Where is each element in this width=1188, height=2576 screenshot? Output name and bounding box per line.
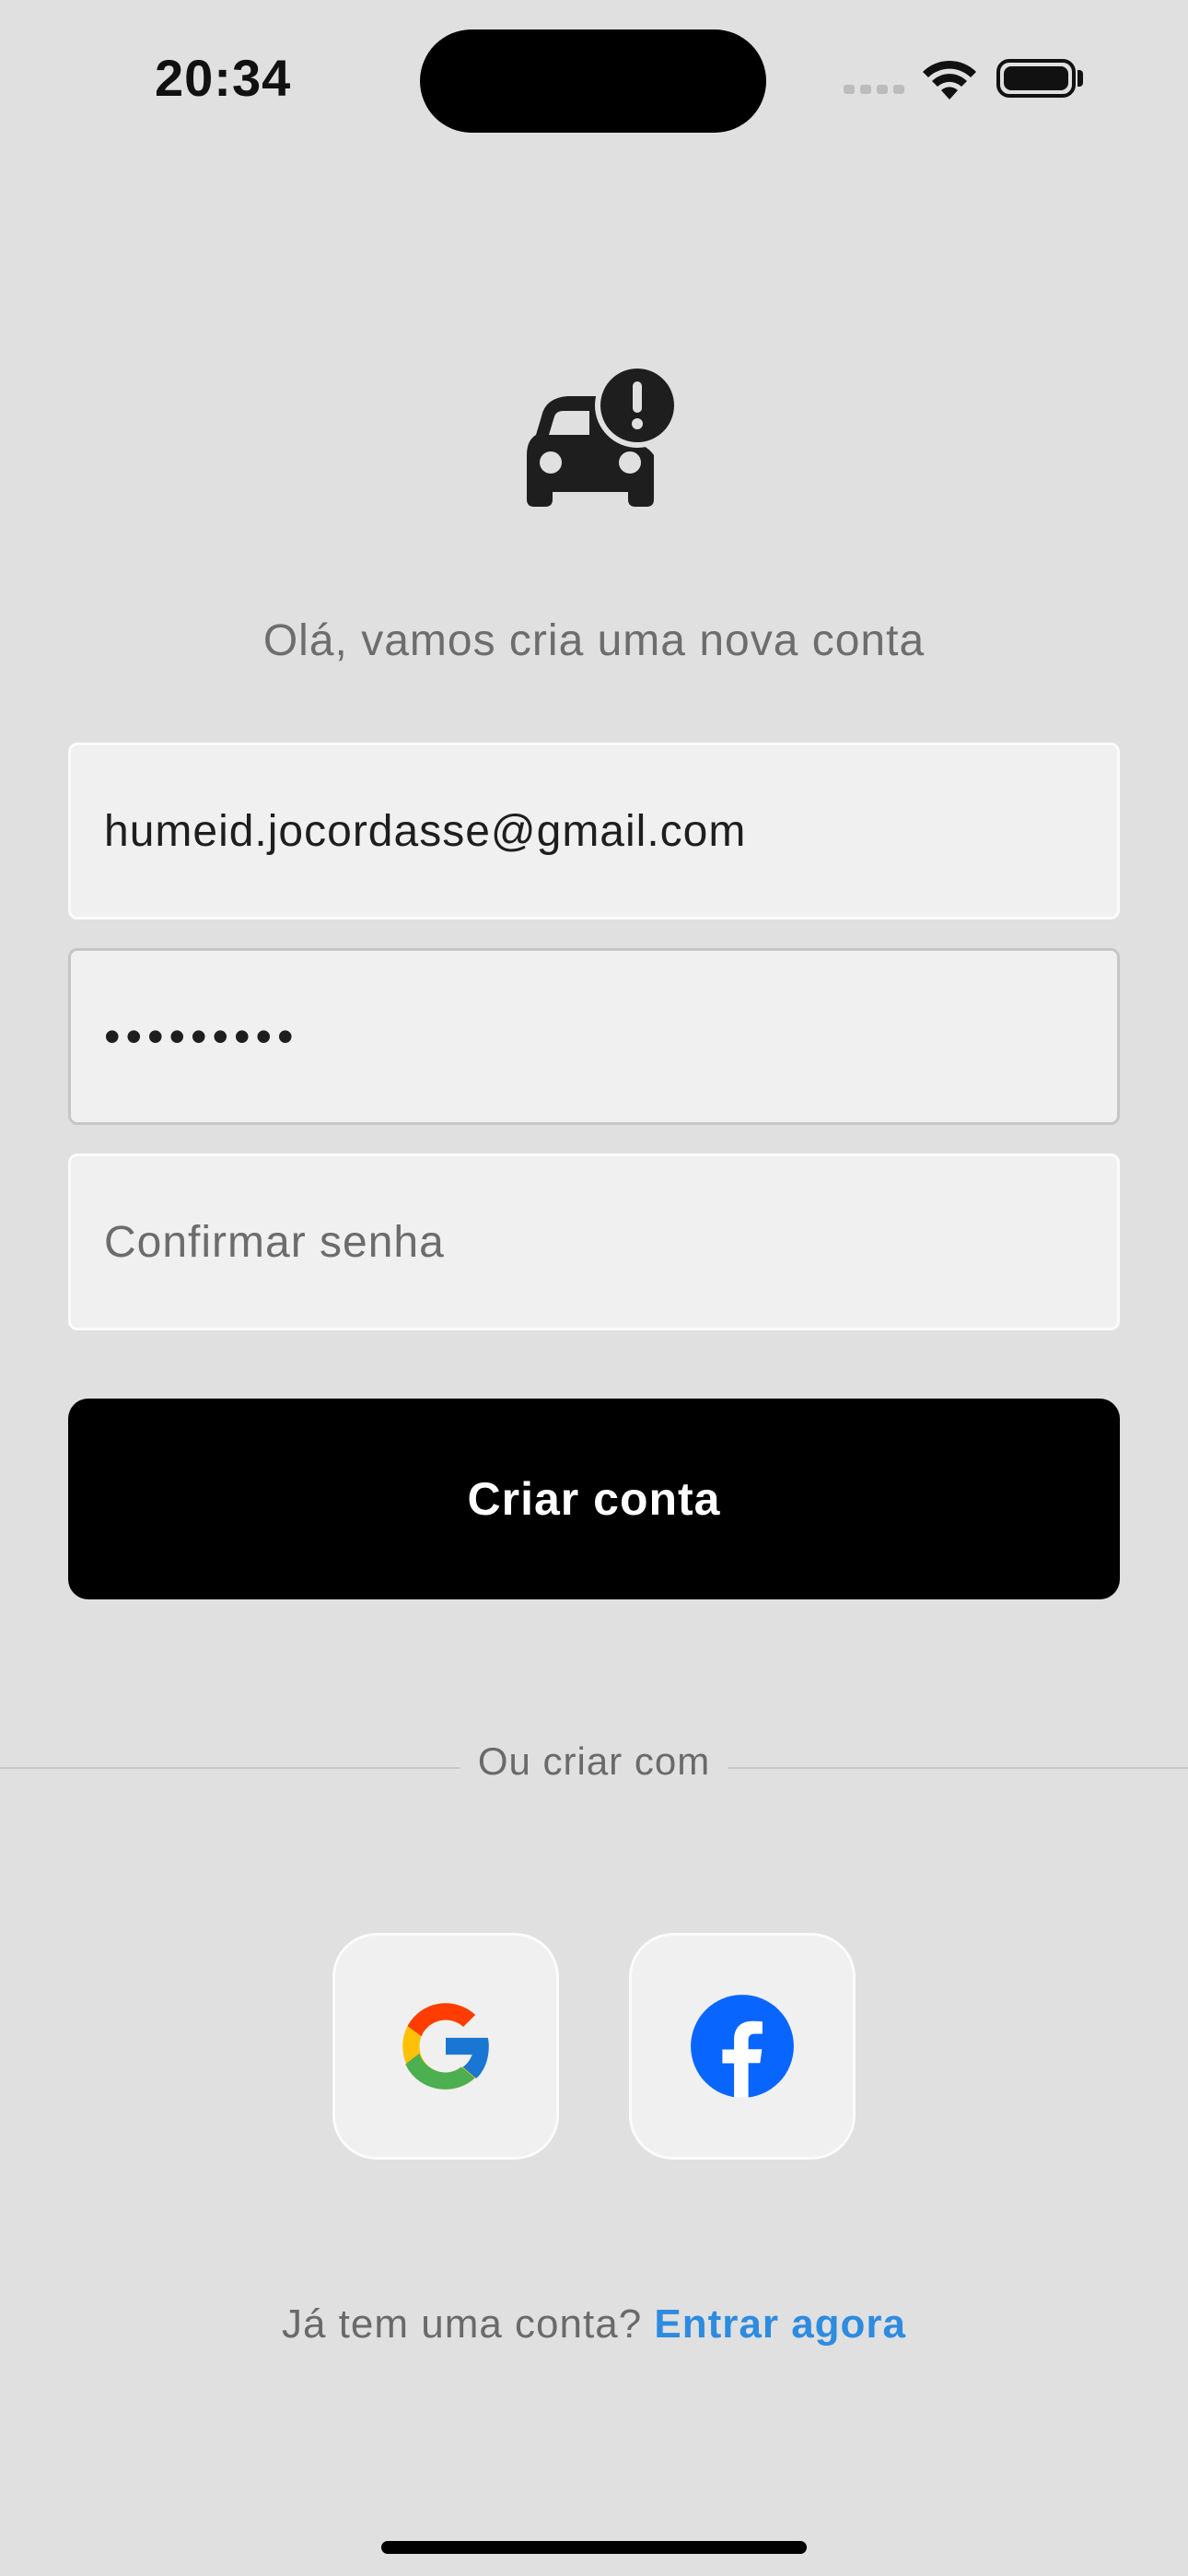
dynamic-island	[420, 29, 766, 133]
page-subtitle: Olá, vamos cria uma nova conta	[262, 616, 926, 665]
email-field[interactable]: humeid.jocordasse@gmail.com	[68, 743, 1120, 919]
car-alert-icon	[527, 363, 680, 507]
facebook-icon	[691, 1995, 794, 2098]
divider-label: Ou criar com	[460, 1739, 728, 1784]
password-field[interactable]: •••••••••	[68, 948, 1120, 1125]
login-prompt-text: Já tem uma conta?	[281, 2301, 655, 2347]
cellular-signal-icon	[844, 85, 904, 94]
status-time: 20:34	[155, 49, 292, 107]
login-prompt: Já tem uma conta? Entrar agora	[0, 2301, 1188, 2348]
facebook-signup-button[interactable]	[629, 1933, 856, 2160]
wifi-icon	[923, 60, 976, 100]
google-signup-button[interactable]	[332, 1933, 559, 2160]
login-now-link[interactable]: Entrar agora	[654, 2301, 906, 2347]
create-account-button[interactable]: Criar conta	[68, 1399, 1120, 1599]
confirm-password-field[interactable]: Confirmar senha	[68, 1153, 1120, 1330]
battery-tip	[1077, 70, 1083, 87]
confirm-password-placeholder: Confirmar senha	[104, 1217, 445, 1267]
google-icon	[402, 2003, 492, 2090]
password-value: •••••••••	[104, 1011, 299, 1062]
email-value: humeid.jocordasse@gmail.com	[104, 806, 747, 856]
home-indicator[interactable]	[381, 2541, 807, 2554]
battery-icon	[996, 59, 1076, 98]
